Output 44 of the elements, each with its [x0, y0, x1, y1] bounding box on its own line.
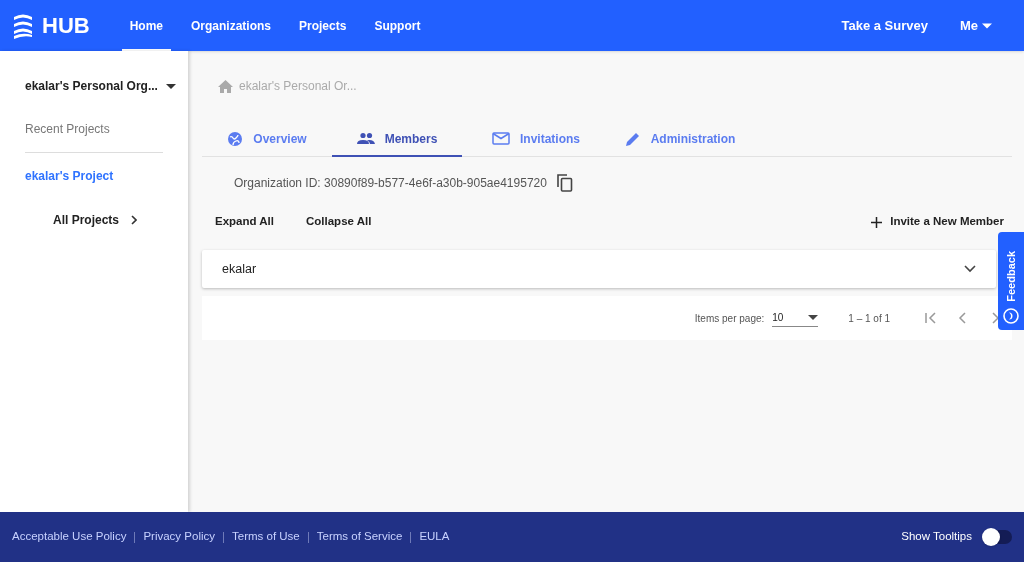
logo-text: HUB [42, 12, 90, 40]
footer-link[interactable]: Privacy Policy [143, 528, 215, 546]
member-panel[interactable]: ekalar [202, 250, 996, 288]
nav-link[interactable]: Organizations [183, 0, 280, 51]
tooltips-toggle[interactable] [982, 530, 1012, 544]
tab[interactable]: Members [332, 122, 462, 157]
member-name: ekalar [222, 260, 258, 278]
tab[interactable]: Administration [610, 122, 750, 157]
footer-link[interactable]: Acceptable Use Policy [12, 528, 127, 546]
plus-icon [871, 216, 883, 228]
tab[interactable]: Invitations [462, 122, 610, 157]
footer-link[interactable]: Terms of Use [232, 528, 300, 546]
chevron-right-icon [131, 215, 138, 225]
first-page-icon[interactable] [924, 311, 938, 325]
all-projects-link[interactable]: All Projects [53, 211, 138, 229]
feedback-tab[interactable]: Feedback [998, 232, 1024, 330]
footer-link[interactable]: EULA [419, 528, 450, 546]
nav-link[interactable]: Support [366, 0, 429, 51]
mail-icon [492, 132, 510, 145]
footer-link[interactable]: Terms of Service [316, 528, 403, 546]
pencil-icon [624, 130, 641, 147]
logo-icon [12, 12, 34, 39]
page-size-select[interactable]: 10 [772, 309, 819, 327]
nav-link[interactable]: Projects [291, 0, 355, 51]
globe-icon [227, 130, 244, 147]
items-per-page-label: Items per page: [694, 311, 765, 326]
collapse-all-button[interactable]: Collapse All [306, 213, 372, 231]
copy-icon[interactable] [556, 174, 573, 192]
page-range: 1 – 1 of 1 [848, 311, 890, 326]
project-link[interactable]: ekalar's Project [25, 167, 114, 185]
user-menu[interactable]: Me [959, 15, 992, 36]
feedback-icon [1003, 308, 1019, 324]
invite-member-button[interactable]: Invite a New Member [871, 213, 1004, 231]
survey-link[interactable]: Take a Survey [841, 15, 928, 36]
section-label: Recent Projects [25, 121, 110, 138]
tab[interactable]: Overview [202, 122, 332, 157]
organization-id: Organization ID: 30890f89-b577-4e6f-a30b-905ae4195720 [234, 175, 547, 192]
organization-dropdown[interactable]: ekalar's Personal Org... [25, 78, 188, 94]
expand-all-button[interactable]: Expand All [215, 213, 274, 231]
caret-icon [165, 83, 176, 89]
caret-icon [982, 22, 992, 29]
toggle-label: Show Tooltips [901, 529, 972, 545]
caret-icon [808, 315, 819, 320]
people-icon [356, 132, 375, 145]
